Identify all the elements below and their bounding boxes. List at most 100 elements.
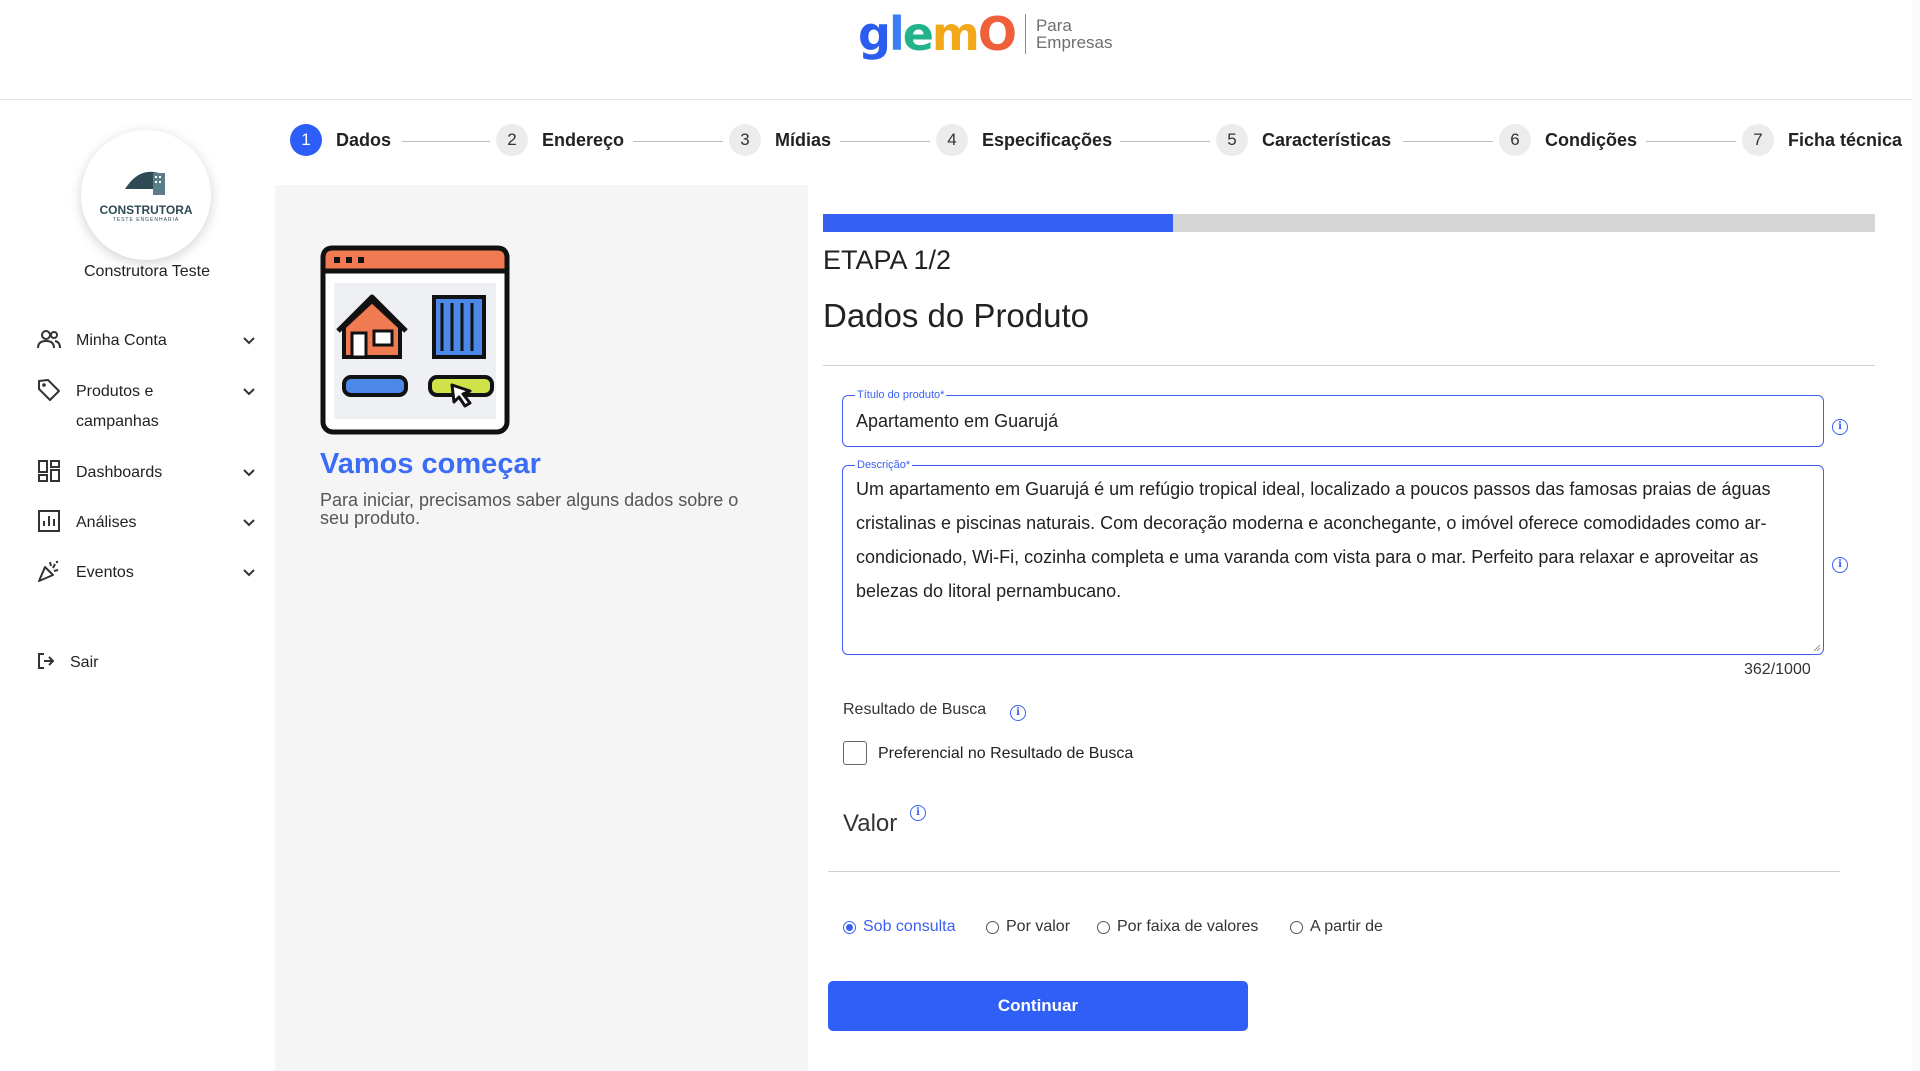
chevron-down-icon[interactable] — [242, 560, 256, 586]
avatar-brand-sub: TESTE ENGENHARIA — [112, 217, 180, 223]
radio-faixa-valores[interactable]: Por faixa de valores — [1097, 918, 1258, 936]
radio-por-valor[interactable]: Por valor — [986, 918, 1070, 936]
logout-link[interactable]: Sair — [36, 648, 256, 678]
divider — [823, 365, 1875, 366]
continue-button[interactable]: Continuar — [828, 981, 1248, 1031]
logo-sub-line2: Empresas — [1035, 33, 1113, 52]
step-number: 6 — [1499, 124, 1531, 156]
intro-title: Vamos começar — [320, 448, 541, 480]
progress-bar — [823, 214, 1875, 232]
sidebar-item-label: Eventos — [76, 564, 134, 581]
product-title-label: Título do produto* — [855, 388, 947, 402]
step-number: 2 — [496, 124, 528, 156]
step-number: 4 — [936, 124, 968, 156]
step-connector — [1646, 141, 1736, 142]
radio-sob-consulta[interactable]: Sob consulta — [843, 918, 956, 936]
product-title-value: Apartamento em Guarujá — [856, 411, 1059, 431]
logout-label: Sair — [70, 654, 99, 671]
step-connector — [1120, 141, 1210, 142]
logo-sub-line1: Para — [1035, 16, 1072, 35]
info-icon[interactable]: i — [1010, 705, 1026, 721]
sidebar-item-label: Minha Conta — [76, 332, 167, 349]
description-value: Um apartamento em Guarujá é um refúgio t… — [856, 479, 1771, 601]
party-icon — [36, 558, 62, 584]
radio-label: A partir de — [1310, 918, 1383, 935]
step-number: 7 — [1742, 124, 1774, 156]
avatar-brand: CONSTRUTORA — [99, 203, 193, 217]
character-counter: 362/1000 — [1744, 661, 1811, 678]
sidebar-item-dashboards[interactable]: Dashboards — [36, 458, 256, 488]
users-icon — [36, 326, 62, 352]
step-label: Características — [1262, 129, 1392, 150]
price-section-title: Valor — [843, 810, 898, 837]
step-label: Dados — [336, 129, 392, 150]
sidebar-item-analises[interactable]: Análises — [36, 508, 256, 538]
divider — [828, 871, 1840, 872]
property-listing-illustration — [320, 245, 510, 435]
chevron-down-icon[interactable] — [242, 328, 256, 354]
step-label: Condições — [1545, 129, 1638, 150]
chevron-down-icon[interactable] — [242, 379, 256, 405]
dashboard-icon — [36, 458, 62, 484]
sidebar-item-label: Análises — [76, 514, 137, 531]
step-connector — [402, 141, 490, 142]
radio-indicator — [843, 920, 856, 934]
step-indicator: ETAPA 1/2 — [823, 245, 952, 275]
radio-label: Sob consulta — [863, 918, 956, 935]
step-number: 3 — [729, 124, 761, 156]
description-label: Descrição* — [855, 458, 913, 472]
sidebar-item-label: Dashboards — [76, 464, 163, 481]
company-avatar[interactable]: CONSTRUTORA TESTE ENGENHARIA — [81, 130, 211, 260]
step-condicoes[interactable]: 6 Condições — [1499, 124, 1637, 156]
preferred-search-checkbox[interactable] — [843, 741, 867, 765]
step-connector — [1403, 141, 1493, 142]
description-field[interactable]: Descrição* Um apartamento em Guarujá é u… — [842, 458, 1824, 655]
info-icon[interactable]: i — [910, 805, 926, 821]
page-scrollbar[interactable] — [1912, 0, 1920, 1071]
stepper: 1 Dados 2 Endereço 3 Mídias 4 Especifica… — [290, 124, 1910, 164]
glemo-logo[interactable]: glemO Para Empresas — [858, 8, 1113, 60]
intro-text: Para iniciar, precisamos saber alguns da… — [320, 490, 739, 528]
search-result-label: Resultado de Busca — [843, 701, 987, 718]
step-midias[interactable]: 3 Mídias — [729, 124, 831, 156]
step-especificacoes[interactable]: 4 Especificações — [936, 124, 1112, 156]
step-endereco[interactable]: 2 Endereço — [496, 124, 624, 156]
chart-icon — [36, 508, 62, 534]
sidebar-item-minha-conta[interactable]: Minha Conta — [36, 326, 256, 356]
step-label: Especificações — [982, 129, 1113, 150]
progress-fill — [823, 214, 1174, 232]
logo-divider — [1024, 14, 1026, 54]
info-icon[interactable]: i — [1832, 557, 1848, 573]
radio-a-partir-de[interactable]: A partir de — [1290, 918, 1383, 936]
building-icon — [125, 171, 165, 195]
radio-indicator — [1290, 920, 1303, 934]
step-connector — [633, 141, 723, 142]
step-ficha-tecnica[interactable]: 7 Ficha técnica — [1742, 124, 1902, 156]
sidebar-item-eventos[interactable]: Eventos — [36, 558, 256, 588]
step-connector — [840, 141, 930, 142]
step-dados[interactable]: 1 Dados — [290, 124, 391, 156]
form-title: Dados do Produto — [823, 297, 1090, 334]
preferred-search-label[interactable]: Preferencial no Resultado de Busca — [878, 745, 1133, 763]
step-label: Endereço — [542, 129, 625, 150]
product-form: ETAPA 1/2 Dados do Produto Título do pro… — [808, 185, 1912, 1051]
radio-label: Por valor — [1006, 918, 1071, 935]
logo-wordmark: glemO — [858, 7, 1017, 61]
info-icon[interactable]: i — [1832, 419, 1848, 435]
product-title-field[interactable]: Título do produto* Apartamento em Guaruj… — [842, 388, 1824, 447]
radio-label: Por faixa de valores — [1117, 918, 1259, 935]
resize-handle-icon[interactable] — [1813, 644, 1821, 652]
logo-subtitle: Para Empresas — [1036, 17, 1113, 51]
chevron-down-icon[interactable] — [242, 510, 256, 536]
top-header: glemO Para Empresas — [0, 0, 1920, 100]
step-number: 1 — [290, 124, 322, 156]
tag-icon — [36, 377, 62, 403]
chevron-down-icon[interactable] — [242, 460, 256, 486]
step-number: 5 — [1216, 124, 1248, 156]
step-caracteristicas[interactable]: 5 Características — [1216, 124, 1391, 156]
sidebar-item-produtos[interactable]: Produtos e campanhas — [36, 377, 256, 437]
intro-panel: Vamos começar Para iniciar, precisamos s… — [275, 185, 808, 1071]
sidebar: CONSTRUTORA TESTE ENGENHARIA Construtora… — [0, 100, 274, 1071]
radio-indicator — [1097, 920, 1110, 934]
logout-icon — [36, 648, 56, 674]
